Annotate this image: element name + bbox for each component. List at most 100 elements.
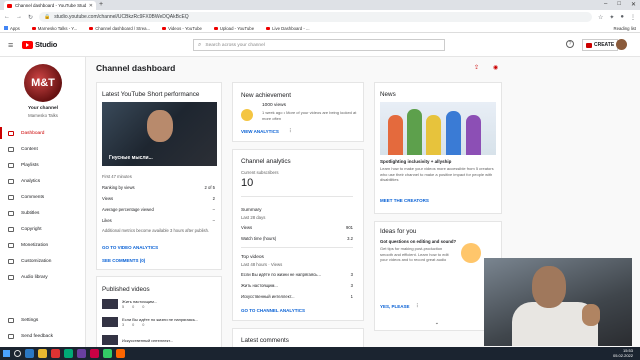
taskbar-app-icon[interactable] bbox=[77, 349, 86, 358]
folder-icon[interactable] bbox=[38, 349, 47, 358]
help-icon[interactable]: ? bbox=[566, 40, 574, 48]
taskbar-app-icon[interactable] bbox=[116, 349, 125, 358]
close-window-icon[interactable]: ✕ bbox=[631, 1, 636, 8]
reload-icon[interactable]: ↻ bbox=[28, 14, 33, 21]
sidebar-item-monetization[interactable]: Monetization bbox=[0, 239, 86, 251]
bookmark-item[interactable]: Marnesko Talks - Y... bbox=[31, 26, 77, 31]
sidebar-item-analytics[interactable]: Analytics bbox=[0, 175, 86, 187]
windows-start-icon[interactable] bbox=[3, 350, 10, 357]
bookmark-item[interactable]: Channel dashboard / Strea... bbox=[89, 26, 150, 31]
extensions-icon[interactable]: ✦ bbox=[609, 14, 614, 21]
url-field[interactable]: 🔒 studio.youtube.com/channel/UCBkzRc9FX0… bbox=[39, 12, 592, 22]
channel-avatar[interactable]: M&T bbox=[24, 64, 62, 102]
top-video-row[interactable]: Если Вы идёте по жизни не напрягаясь... 3 bbox=[241, 272, 353, 277]
analytics-icon bbox=[8, 178, 14, 184]
taskbar-app-icon[interactable] bbox=[90, 349, 99, 358]
views-count: 3 bbox=[122, 323, 125, 327]
bookmark-item[interactable]: Videos - YouTube bbox=[162, 26, 202, 31]
sidebar-item-copyright[interactable]: Copyright bbox=[0, 223, 86, 235]
see-comments-link[interactable]: SEE COMMENTS (0) bbox=[102, 258, 145, 263]
yes-please-link[interactable]: YES, PLEASE bbox=[380, 304, 410, 309]
card-title: New achievement bbox=[241, 92, 292, 99]
upload-icon[interactable]: ⇪ bbox=[474, 64, 479, 71]
sidebar-item-subtitles[interactable]: Subtitles bbox=[0, 207, 86, 219]
taskbar-app-icon[interactable] bbox=[103, 349, 112, 358]
youtube-favicon-icon bbox=[31, 26, 36, 30]
published-videos-card: Published videos Жить настоящим... 500 Е… bbox=[96, 276, 222, 348]
latest-short-card: Latest YouTube Short performance Гнусные… bbox=[96, 82, 222, 270]
star-icon[interactable]: ☆ bbox=[598, 14, 603, 21]
card-title: Ideas for you bbox=[380, 228, 417, 235]
more-options-icon[interactable]: ⋮ bbox=[288, 128, 293, 134]
top-videos-title: Top videos bbox=[241, 255, 264, 260]
monetization-icon bbox=[8, 242, 14, 248]
sidebar-item-feedback[interactable]: Send feedback bbox=[0, 330, 86, 342]
sidebar-item-playlists[interactable]: Playlists bbox=[0, 159, 86, 171]
views-count: 5 bbox=[122, 305, 125, 309]
new-tab-button[interactable]: + bbox=[99, 1, 103, 8]
minimize-icon[interactable]: – bbox=[604, 1, 607, 8]
list-item[interactable]: Искусственный интеллект... bbox=[102, 335, 215, 345]
feedback-icon bbox=[8, 333, 14, 339]
bookmark-apps[interactable]: Apps bbox=[4, 26, 20, 31]
top-video-row[interactable]: Жить настоящим... 3 bbox=[241, 283, 353, 288]
menu-dots-icon[interactable]: ⋮ bbox=[630, 14, 636, 21]
sidebar-item-dashboard[interactable]: Dashboard bbox=[0, 127, 86, 139]
more-options-icon[interactable]: ⋮ bbox=[415, 303, 420, 309]
meet-the-creators-link[interactable]: MEET THE CREATORS bbox=[380, 198, 429, 203]
hamburger-menu-icon[interactable]: ≡ bbox=[8, 40, 13, 50]
likes-count: 0 bbox=[142, 323, 145, 327]
reading-list[interactable]: Reading list bbox=[614, 26, 636, 31]
list-item[interactable]: Если Вы идёте по жизни не напрягаясь... … bbox=[102, 317, 215, 327]
sidebar-item-comments[interactable]: Comments bbox=[0, 191, 86, 203]
studio-logo[interactable]: Studio bbox=[22, 40, 57, 49]
sidebar-item-customization[interactable]: Customization bbox=[0, 255, 86, 267]
maximize-icon[interactable]: □ bbox=[617, 1, 621, 8]
sidebar: M&T Your channel Marnesko Talks Dashboar… bbox=[0, 57, 86, 347]
back-icon[interactable]: ← bbox=[4, 14, 10, 20]
page-title: Channel dashboard bbox=[96, 63, 176, 73]
news-image[interactable] bbox=[380, 102, 496, 155]
stat-row[interactable]: Ranking by views 2 of 5 bbox=[102, 185, 215, 190]
video-thumbnail bbox=[102, 317, 118, 327]
stat-row: Views 2 bbox=[102, 196, 215, 201]
taskbar-search-icon[interactable] bbox=[14, 350, 21, 357]
chevron-down-icon[interactable]: ⌄ bbox=[435, 320, 439, 326]
browser-tab[interactable]: Channel dashboard - YouTube Studio ✕ bbox=[4, 1, 96, 10]
video-thumbnail bbox=[102, 335, 118, 345]
sidebar-item-audio-library[interactable]: Audio library bbox=[0, 271, 86, 283]
ideas-card: Ideas for you Got questions on editing a… bbox=[374, 221, 502, 331]
bookmark-item[interactable]: Upload - YouTube bbox=[213, 26, 254, 31]
taskbar-app-icon[interactable] bbox=[64, 349, 73, 358]
go-to-video-analytics-link[interactable]: GO TO VIDEO ANALYTICS bbox=[102, 245, 158, 250]
tab-title: Channel dashboard - YouTube Studio bbox=[15, 3, 86, 8]
creator-figure bbox=[466, 115, 481, 155]
top-video-row[interactable]: Искусственный интеллект... 1 bbox=[241, 294, 353, 299]
studio-logo-text: Studio bbox=[35, 40, 58, 49]
forward-icon[interactable]: → bbox=[16, 14, 22, 20]
video-camera-icon bbox=[586, 42, 592, 48]
go-live-icon[interactable]: ◉ bbox=[493, 64, 498, 71]
view-analytics-link[interactable]: VIEW ANALYTICS bbox=[241, 129, 279, 134]
card-title: Latest comments bbox=[241, 337, 289, 344]
close-tab-icon[interactable]: ✕ bbox=[89, 3, 93, 9]
creator-figure bbox=[446, 111, 461, 155]
clock[interactable]: 15:53 05.02.2022 bbox=[613, 348, 637, 358]
sidebar-item-settings[interactable]: Settings bbox=[0, 314, 86, 326]
bookmark-item[interactable]: Live Dashboard - ... bbox=[266, 26, 310, 31]
sidebar-item-content[interactable]: Content bbox=[0, 143, 86, 155]
taskbar-app-icon[interactable] bbox=[25, 349, 34, 358]
address-bar: ← → ↻ 🔒 studio.youtube.com/channel/UCBkz… bbox=[0, 10, 640, 24]
likes-count: 0 bbox=[142, 305, 145, 309]
create-button[interactable]: CREATE bbox=[582, 39, 619, 51]
list-item[interactable]: Жить настоящим... 500 bbox=[102, 299, 215, 309]
summary-period: Last 28 days bbox=[241, 215, 266, 220]
short-thumbnail[interactable]: Гнусные мысли... bbox=[102, 102, 217, 166]
profile-icon[interactable]: ● bbox=[620, 14, 624, 20]
summary-row: Watch time (hours) 3.2 bbox=[241, 236, 353, 241]
go-to-channel-analytics-link[interactable]: GO TO CHANNEL ANALYTICS bbox=[241, 308, 305, 313]
creator-figure bbox=[388, 115, 403, 155]
chrome-icon[interactable] bbox=[51, 349, 60, 358]
account-avatar[interactable] bbox=[616, 39, 627, 50]
search-input[interactable]: ⌕ Search across your channel bbox=[193, 39, 445, 51]
